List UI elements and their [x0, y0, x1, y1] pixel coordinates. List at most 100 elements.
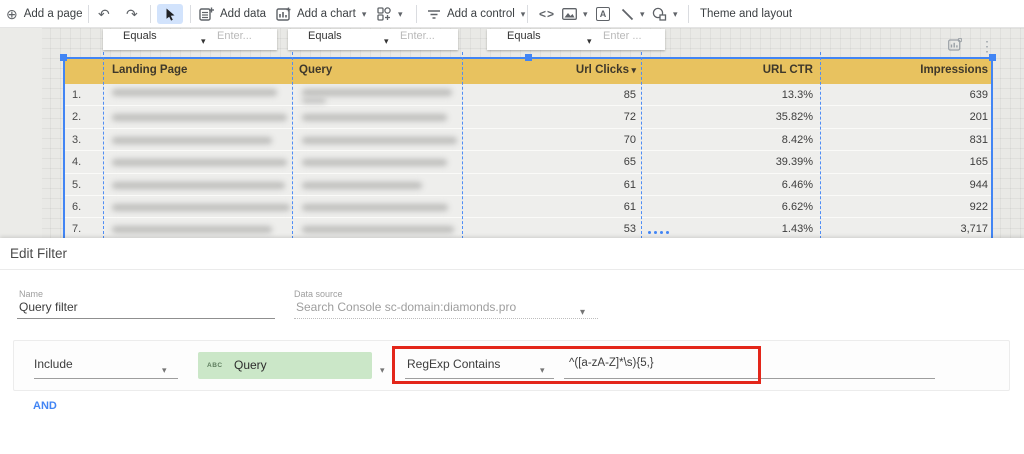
table-row: 4. 65 39.39% 165: [65, 151, 991, 174]
input-underline: [294, 318, 598, 319]
filter-value-input[interactable]: Enter ...: [603, 30, 642, 42]
impressions-cell: 201: [969, 111, 988, 124]
add-page-button[interactable]: Add a page: [6, 0, 83, 28]
filter-value-input[interactable]: Enter...: [217, 30, 252, 42]
toolbar-divider: [688, 5, 689, 23]
column-divider[interactable]: [462, 52, 463, 238]
url-ctr-cell: 13.3%: [781, 89, 813, 101]
header-impressions[interactable]: Impressions: [820, 64, 988, 76]
impressions-cell: 831: [969, 133, 988, 146]
chevron-down-icon[interactable]: [201, 31, 206, 49]
add-data-button[interactable]: Add data: [199, 0, 266, 28]
filter-control-1[interactable]: Equals Enter...: [103, 29, 277, 50]
chevron-down-icon: [673, 8, 678, 20]
filter-name-input[interactable]: Query filter: [19, 300, 78, 314]
insert-shape-button[interactable]: [652, 0, 678, 28]
chevron-down-icon[interactable]: [587, 31, 592, 49]
field-chip-label: Query: [234, 358, 267, 372]
undo-button[interactable]: [98, 0, 110, 28]
annotation-highlight-box: [392, 346, 761, 384]
header-landing-page[interactable]: Landing Page: [112, 64, 187, 76]
data-source-label: Data source: [294, 289, 343, 299]
table-row: 3. 70 8.42% 831: [65, 129, 991, 152]
blurred-query-cell: [302, 136, 457, 144]
chevron-down-icon: [640, 8, 645, 20]
add-chart-button[interactable]: Add a chart: [276, 0, 366, 28]
url-ctr-cell: 39.39%: [775, 156, 813, 169]
row-index: 2.: [72, 111, 82, 124]
theme-and-layout-button[interactable]: Theme and layout: [700, 0, 792, 28]
url-clicks-cell: 72: [623, 111, 636, 124]
panel-title: Edit Filter: [10, 246, 68, 261]
chart-toolbar: [948, 38, 994, 56]
chevron-down-icon[interactable]: [380, 360, 385, 378]
community-viz-button[interactable]: [377, 0, 403, 28]
chart-settings-icon[interactable]: [948, 38, 962, 51]
chevron-down-icon[interactable]: [384, 31, 389, 49]
add-control-button[interactable]: Add a control: [427, 0, 525, 28]
filter-operator[interactable]: Equals: [123, 30, 157, 42]
filter-control-3[interactable]: Equals Enter ...: [487, 29, 665, 50]
filter-control-2[interactable]: Equals Enter...: [288, 29, 458, 50]
embed-code-button[interactable]: <>: [539, 0, 555, 28]
url-clicks-cell: 53: [623, 223, 636, 236]
header-query[interactable]: Query: [299, 64, 332, 76]
select-tool-button[interactable]: [157, 4, 183, 24]
divider: [0, 269, 1024, 270]
resize-handle-bottom-dots[interactable]: [648, 231, 669, 234]
url-ctr-cell: 35.82%: [775, 111, 813, 124]
insert-image-button[interactable]: [562, 0, 588, 28]
table-row: 2. 72 35.82% 201: [65, 106, 991, 129]
image-icon: [562, 8, 577, 20]
line-icon: [621, 8, 634, 20]
chevron-down-icon: [521, 8, 526, 20]
column-divider[interactable]: [103, 52, 104, 238]
blurred-landing-page-cell: [112, 203, 290, 211]
redo-button[interactable]: [126, 0, 138, 28]
header-url-clicks[interactable]: Url Clicks: [462, 64, 636, 76]
chevron-down-icon: [362, 8, 367, 20]
insert-line-button[interactable]: [621, 0, 645, 28]
report-table[interactable]: Landing Page Query Url Clicks URL CTR Im…: [60, 52, 996, 238]
blurred-landing-page-cell: [112, 159, 287, 167]
blurred-landing-page-cell: [112, 114, 287, 122]
community-viz-icon: [377, 7, 391, 21]
chevron-down-icon[interactable]: [162, 360, 167, 378]
insert-text-button[interactable]: A: [596, 0, 610, 28]
row-index: 1.: [72, 89, 82, 101]
table-row: 6. 61 6.62% 922: [65, 196, 991, 219]
field-chip-query[interactable]: ABC Query: [198, 352, 372, 379]
add-page-icon: [6, 6, 18, 23]
impressions-cell: 944: [969, 178, 988, 191]
toolbar-divider: [416, 5, 417, 23]
column-divider[interactable]: [292, 52, 293, 238]
canvas-margin: [0, 28, 42, 238]
resize-handle-top-left[interactable]: [60, 54, 67, 61]
theme-label: Theme and layout: [700, 8, 793, 20]
data-source-select[interactable]: Search Console sc-domain:diamonds.pro: [296, 300, 516, 314]
report-canvas[interactable]: Equals Enter... Equals Enter... Equals E…: [0, 28, 1024, 238]
shape-icon: [652, 7, 667, 21]
url-ctr-cell: 6.46%: [781, 178, 813, 191]
filter-operator[interactable]: Equals: [308, 30, 342, 42]
blurred-landing-page-cell: [112, 136, 272, 144]
clause-select[interactable]: Include: [34, 357, 73, 371]
toolbar-divider: [190, 5, 191, 23]
input-underline: [34, 378, 178, 379]
table-row: 1. 85 13.3% 639: [65, 84, 991, 107]
column-divider[interactable]: [820, 52, 821, 238]
filter-operator[interactable]: Equals: [507, 30, 541, 42]
resize-handle-top-right[interactable]: [989, 54, 996, 61]
column-divider[interactable]: [641, 52, 642, 238]
chevron-down-icon: [398, 8, 403, 20]
add-page-label: Add a page: [23, 8, 83, 20]
impressions-cell: 922: [969, 200, 988, 213]
header-url-ctr[interactable]: URL CTR: [641, 64, 813, 76]
chevron-down-icon[interactable]: [580, 302, 585, 320]
and-clause-button[interactable]: AND: [33, 400, 57, 412]
impressions-cell: 3,717: [960, 223, 988, 236]
resize-handle-top-middle[interactable]: [525, 54, 532, 61]
add-chart-label: Add a chart: [297, 8, 356, 20]
filter-value-input[interactable]: Enter...: [400, 30, 435, 42]
toolbar-divider: [88, 5, 89, 23]
